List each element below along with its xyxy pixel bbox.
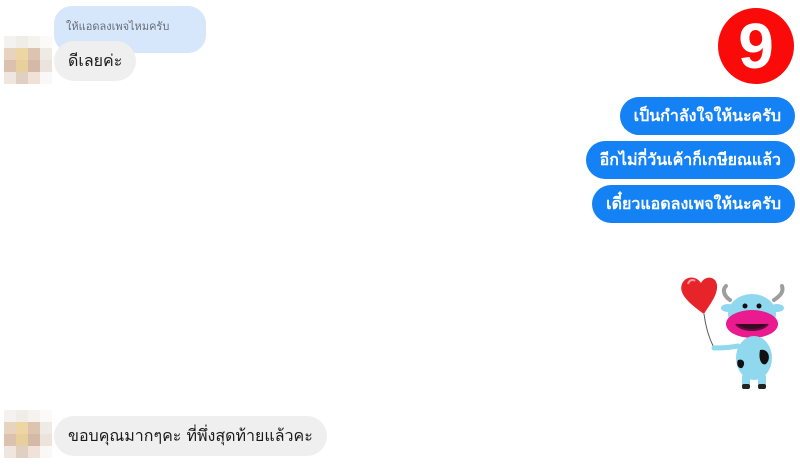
message-text: เป็นกำลังใจให้นะครับ: [633, 106, 781, 125]
sender-avatar[interactable]: [4, 410, 52, 458]
outgoing-message[interactable]: เป็นกำลังใจให้นะครับ: [619, 97, 795, 135]
number-badge: 9: [718, 8, 794, 84]
message-text: ดีเลยค่ะ: [68, 51, 123, 70]
sender-avatar[interactable]: [4, 36, 52, 84]
message-text: เดี๋ยวแอดลงเพจให้นะครับ: [606, 194, 781, 213]
incoming-message[interactable]: ขอบคุณมากๆคะ ที่พึ่งสุดท้ายแล้วคะ: [54, 416, 327, 456]
message-text: อีกไม่กี่วันเค้าก็เกษียณแล้ว: [599, 150, 781, 169]
cow-sticker-icon[interactable]: [676, 270, 790, 394]
outgoing-message[interactable]: อีกไม่กี่วันเค้าก็เกษียณแล้ว: [585, 141, 795, 179]
incoming-message[interactable]: ดีเลยค่ะ: [54, 41, 137, 81]
outgoing-message[interactable]: เดี๋ยวแอดลงเพจให้นะครับ: [592, 185, 795, 223]
reply-preview-text: ให้แอดลงเพจไหมครับ: [66, 20, 170, 33]
message-text: ขอบคุณมากๆคะ ที่พึ่งสุดท้ายแล้วคะ: [68, 426, 313, 445]
